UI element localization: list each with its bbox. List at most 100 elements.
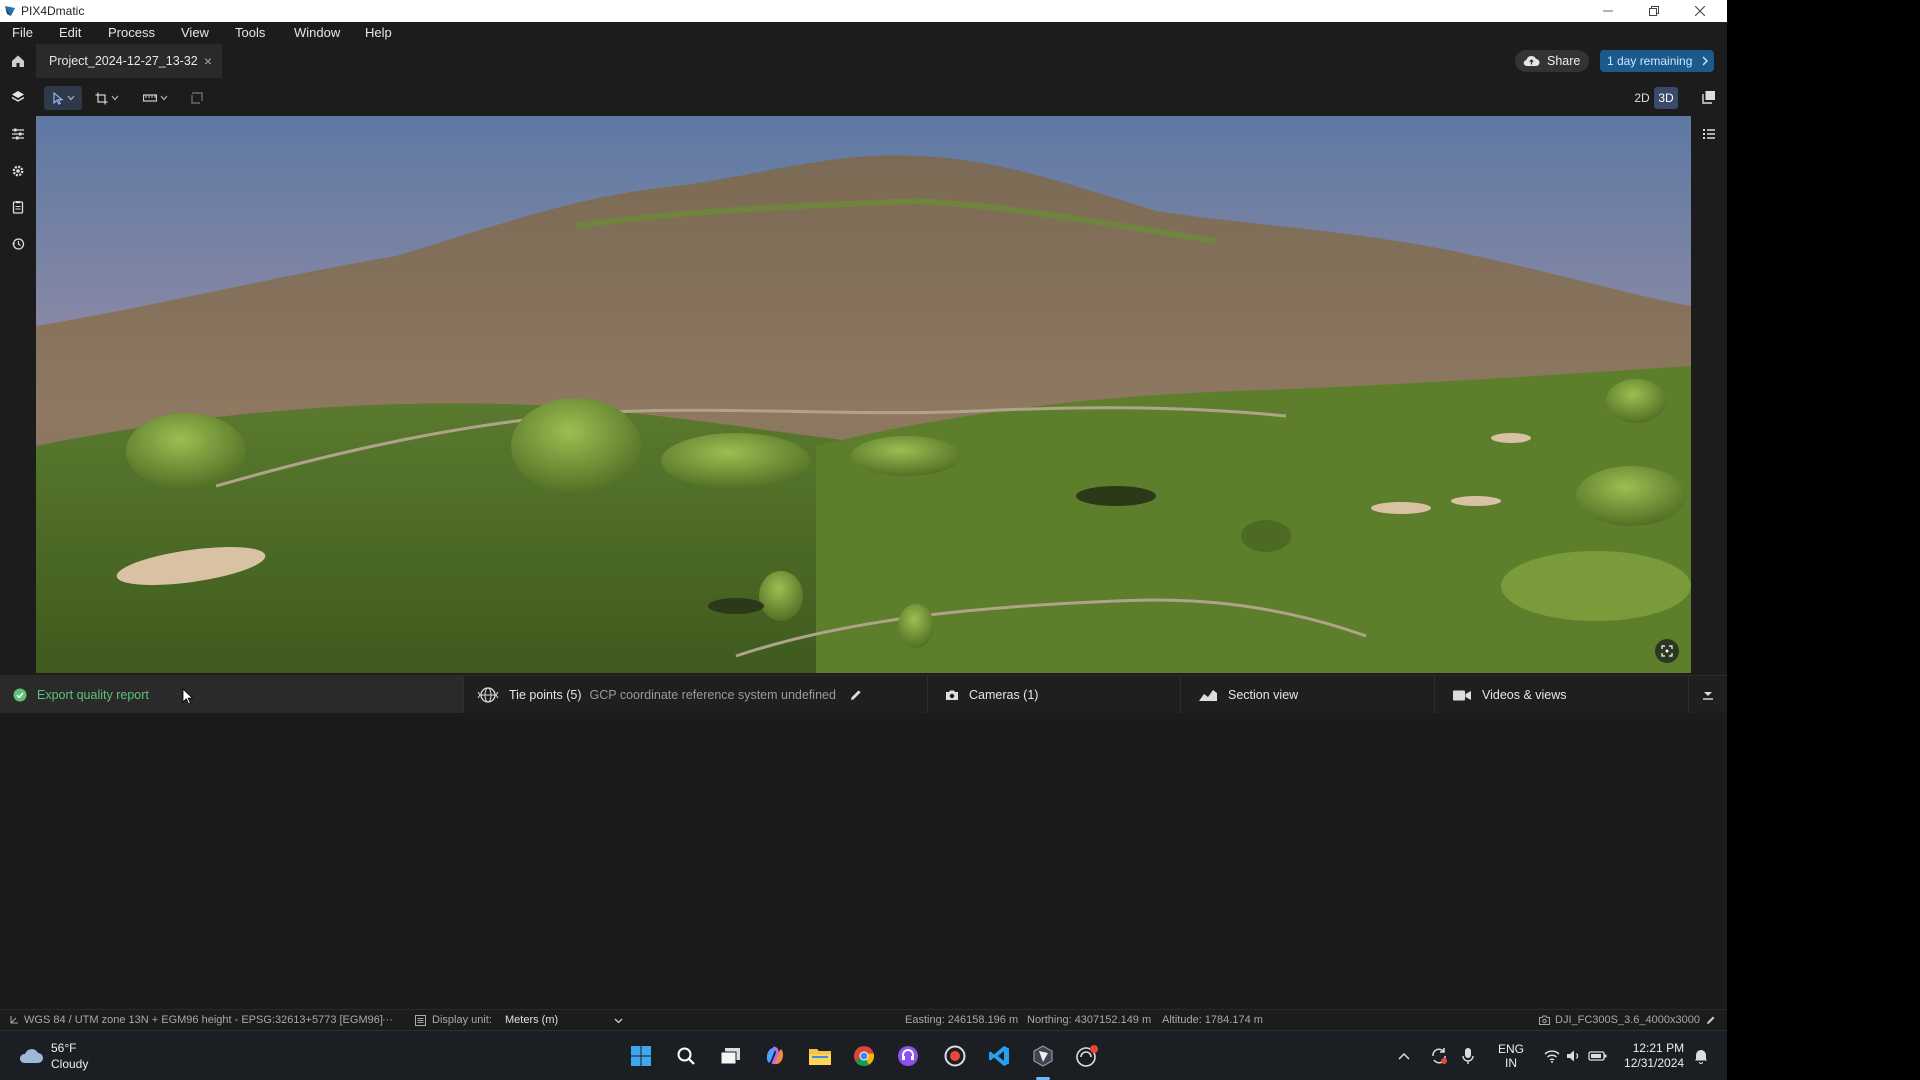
fit-view-button[interactable]	[1655, 639, 1679, 663]
minimize-button[interactable]	[1585, 0, 1631, 22]
panel-tab-bar: Export quality report Tie points (5) GCP…	[0, 675, 1727, 714]
altitude-readout: Altitude: 1784.174 m	[1162, 1014, 1263, 1026]
bunker	[1371, 502, 1431, 514]
taskbar-search-button[interactable]	[673, 1043, 699, 1069]
sliders-icon	[12, 128, 24, 140]
tree-cluster	[1576, 466, 1686, 526]
weather-temperature: 56°F	[51, 1041, 77, 1055]
crop-tool-button[interactable]	[92, 86, 122, 110]
reports-button[interactable]	[8, 197, 28, 217]
trial-remaining-button[interactable]: 1 day remaining	[1600, 50, 1714, 72]
cameras-label: Cameras (1)	[969, 688, 1039, 702]
task-view-button[interactable]	[718, 1043, 744, 1069]
clock-date: 12/31/2024	[1624, 1056, 1685, 1070]
export-quality-report-label: Export quality report	[37, 688, 149, 702]
weather-condition: Cloudy	[51, 1057, 89, 1071]
gallery-button[interactable]	[1699, 87, 1719, 107]
history-button[interactable]	[8, 234, 28, 254]
clock-time: 12:21 PM	[1632, 1041, 1685, 1055]
edit-pencil-icon[interactable]	[1706, 1015, 1716, 1025]
chevron-down-icon[interactable]	[614, 1018, 623, 1024]
videos-views-tab[interactable]: Videos & views	[1435, 676, 1689, 714]
ruler-icon	[142, 94, 157, 102]
3d-viewport[interactable]	[36, 116, 1691, 673]
home-button[interactable]	[8, 51, 28, 71]
display-unit-select[interactable]: Meters (m)	[505, 1014, 558, 1026]
app-logo-icon	[5, 6, 15, 16]
pix4d-icon	[1033, 1045, 1053, 1067]
recorder-button[interactable]	[942, 1043, 968, 1069]
menu-edit[interactable]: Edit	[59, 25, 81, 40]
menu-help[interactable]: Help	[365, 25, 392, 40]
view-3d-button[interactable]: 3D	[1654, 87, 1678, 109]
restore-button[interactable]	[1631, 0, 1677, 22]
record-icon	[944, 1045, 966, 1067]
tie-points-label: Tie points (5)	[509, 688, 582, 702]
export-quality-report-tab[interactable]: Export quality report	[0, 676, 464, 714]
restore-icon	[1649, 6, 1659, 16]
cursor-arrow-icon	[52, 91, 64, 105]
start-button[interactable]	[628, 1043, 654, 1069]
keyboard-region: IN	[1505, 1056, 1517, 1070]
display-unit-label: Display unit:	[432, 1014, 492, 1026]
menu-process[interactable]: Process	[108, 25, 155, 40]
edit-pencil-icon[interactable]	[850, 689, 862, 701]
share-label: Share	[1547, 54, 1581, 68]
menu-window[interactable]: Window	[294, 25, 340, 40]
section-view-label: Section view	[1228, 688, 1299, 702]
wifi-icon[interactable]	[1544, 1049, 1560, 1063]
point-cloud-scene	[36, 116, 1691, 673]
vscode-button[interactable]	[986, 1043, 1012, 1069]
bunker	[1491, 433, 1531, 443]
processing-options-button[interactable]	[8, 124, 28, 144]
copilot-button[interactable]	[762, 1043, 788, 1069]
project-tab-title: Project_2024-12-27_13-32	[49, 54, 198, 68]
app-window: PIX4Dmatic File Edit Process View Tools …	[0, 0, 1727, 1080]
chevron-right-icon	[1702, 56, 1709, 66]
crs-label[interactable]: WGS 84 / UTM zone 13N + EGM96 height - E…	[24, 1014, 383, 1026]
chevron-up-icon[interactable]	[1398, 1052, 1410, 1060]
outside-capture-area	[1727, 0, 1920, 1080]
menu-bar: File Edit Process View Tools Window Help	[0, 22, 1727, 44]
share-button[interactable]: Share	[1515, 50, 1589, 72]
battery-icon[interactable]	[1588, 1049, 1608, 1063]
annotation-tool-button[interactable]	[185, 86, 209, 110]
minimize-icon	[1603, 10, 1613, 12]
vscode-icon	[989, 1046, 1009, 1066]
gear-icon	[12, 165, 24, 177]
collapse-panel-button[interactable]	[1689, 676, 1727, 714]
github-copilot-button[interactable]	[895, 1043, 921, 1069]
project-tab[interactable]: Project_2024-12-27_13-32 ×	[36, 44, 222, 78]
volume-icon[interactable]	[1566, 1049, 1582, 1063]
layer-list-button[interactable]	[1699, 124, 1719, 144]
tree-cluster	[126, 413, 246, 489]
section-view-tab[interactable]: Section view	[1181, 676, 1435, 714]
close-tab-icon[interactable]: ×	[204, 53, 212, 69]
viewer-toolbar: 2D 3D	[36, 80, 1727, 116]
cameras-tab[interactable]: Cameras (1)	[928, 676, 1181, 714]
tie-points-tab[interactable]: Tie points (5) GCP coordinate reference …	[464, 676, 928, 714]
menu-file[interactable]: File	[12, 25, 33, 40]
menu-view[interactable]: View	[181, 25, 209, 40]
sync-icon[interactable]	[1430, 1047, 1448, 1065]
menu-tools[interactable]: Tools	[235, 25, 265, 40]
tree-cluster	[898, 604, 934, 648]
crs-more-button[interactable]: ···	[382, 1014, 393, 1026]
notification-bell-icon[interactable]	[1694, 1048, 1708, 1064]
windows-logo-icon	[631, 1046, 651, 1066]
language-indicator[interactable]: ENG IN	[1498, 1042, 1524, 1070]
view-2d-button[interactable]: 2D	[1630, 87, 1654, 109]
weather-widget[interactable]: 56°F Cloudy	[51, 1040, 88, 1072]
select-tool-button[interactable]	[44, 86, 82, 110]
layers-button[interactable]	[8, 87, 28, 107]
file-explorer-button[interactable]	[807, 1043, 833, 1069]
measure-tool-button[interactable]	[139, 86, 171, 110]
pix4dmatic-taskbar-button[interactable]	[1030, 1043, 1056, 1080]
microphone-icon[interactable]	[1462, 1047, 1474, 1065]
clock[interactable]: 12:21 PM 12/31/2024	[1624, 1041, 1684, 1071]
extra-app-button[interactable]	[1074, 1043, 1100, 1069]
chrome-button[interactable]	[851, 1043, 877, 1069]
chevron-down-icon	[67, 95, 74, 101]
settings-button[interactable]	[8, 161, 28, 181]
close-window-button[interactable]	[1677, 0, 1723, 22]
